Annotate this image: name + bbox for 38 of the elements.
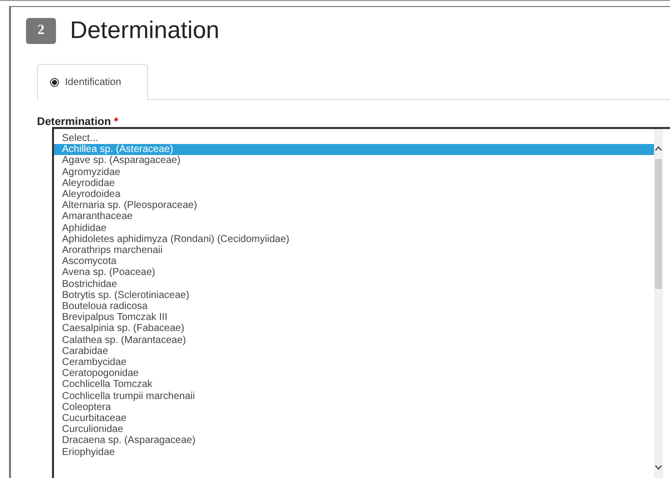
section-title: Determination: [70, 17, 220, 45]
dropdown-option[interactable]: Avena sp. (Poaceae): [54, 267, 654, 279]
dropdown-option[interactable]: Ascomycota: [54, 256, 654, 268]
dropdown-option[interactable]: Carabidae: [54, 346, 654, 358]
field-label: Determination: [37, 116, 111, 128]
dropdown-option[interactable]: Aphidoletes aphidimyza (Rondani) (Cecidomyiidae): [54, 234, 654, 246]
scroll-down-icon[interactable]: [655, 465, 662, 470]
section-number: 2: [26, 18, 56, 44]
dropdown-option[interactable]: Alternaria sp. (Pleosporaceae): [54, 200, 654, 212]
dropdown-option[interactable]: Dracaena sp. (Asparagaceae): [54, 435, 654, 447]
dropdown-option[interactable]: Agave sp. (Asparagaceae): [54, 155, 654, 167]
dropdown-option[interactable]: Calathea sp. (Marantaceae): [54, 334, 654, 346]
dropdown-option[interactable]: Curculionidae: [54, 424, 654, 436]
dropdown-option[interactable]: Select...: [54, 133, 654, 144]
scroll-up-icon[interactable]: [655, 146, 662, 151]
dropdown-option[interactable]: Cerambycidae: [54, 357, 654, 368]
dropdown-option[interactable]: Arorathrips marchenaii: [54, 245, 654, 256]
dropdown-option[interactable]: Aleyrodidae: [54, 178, 654, 190]
dropdown-option[interactable]: Ceratopogonidae: [54, 368, 654, 380]
dropdown-option[interactable]: Botrytis sp. (Sclerotiniaceae): [54, 290, 654, 302]
dropdown-option[interactable]: Cucurbitaceae: [54, 413, 654, 424]
dropdown-option[interactable]: Bostrichidae: [54, 278, 654, 290]
required-mark: *: [114, 116, 118, 128]
dropdown-option[interactable]: Eriophyidae: [54, 446, 654, 458]
tab[interactable]: Identification: [37, 64, 148, 100]
dropdown-option[interactable]: Brevipalpus Tomczak III: [54, 312, 654, 324]
scrollbar[interactable]: [654, 129, 663, 478]
dropdown-option[interactable]: Aphididae: [54, 222, 654, 234]
dropdown-option[interactable]: Bouteloua radicosa: [54, 301, 654, 312]
dropdown-option[interactable]: Agromyzidae: [54, 166, 654, 178]
dropdown-option[interactable]: Caesalpinia sp. (Fabaceae): [54, 323, 654, 335]
radio-icon: [50, 78, 59, 87]
dropdown-option[interactable]: Amaranthaceae: [54, 211, 654, 223]
dropdown-option[interactable]: Cochlicella Tomczak: [54, 379, 654, 391]
scrollbar-thumb[interactable]: [655, 159, 662, 289]
dropdown-option[interactable]: Aleyrodoidea: [54, 189, 654, 200]
dropdown-option[interactable]: Cochlicella trumpii marchenaii: [54, 390, 654, 402]
dropdown-option[interactable]: Coleoptera: [54, 402, 654, 414]
